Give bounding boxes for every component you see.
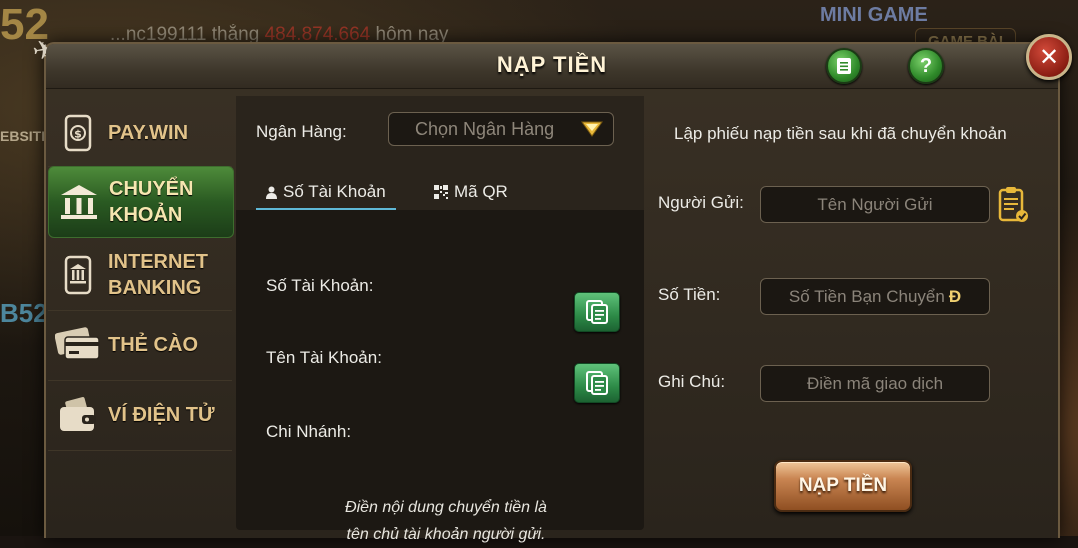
background-b52-label: B52 (0, 298, 48, 328)
close-button[interactable]: ✕ (1026, 34, 1072, 80)
payment-method-sidebar: $ PAY.WIN CHUYỂN KHOẢN INTERNET BANKING … (48, 100, 234, 520)
bank-info-panel: Ngân Hàng: Chọn Ngân Hàng Số Tài Khoản M… (236, 96, 644, 543)
background-website-label: EBSITE (0, 128, 51, 144)
person-icon (266, 186, 277, 199)
sidebar-item-paywin[interactable]: $ PAY.WIN (48, 100, 232, 167)
sidebar-item-label: VÍ ĐIỆN TỬ (108, 404, 215, 426)
dollar-phone-icon: $ (48, 100, 108, 166)
sidebar-item-label: INTERNET BANKING (108, 251, 208, 299)
amount-label: Số Tiền: (658, 285, 721, 304)
sidebar-item-label: PAY.WIN (108, 122, 189, 144)
qr-icon (434, 185, 448, 199)
sender-label: Người Gửi: (658, 193, 744, 212)
note-input[interactable]: Điền mã giao dịch (760, 365, 990, 402)
currency-symbol: Đ (948, 286, 962, 306)
note-label: Ghi Chú: (658, 372, 726, 391)
deposit-dialog: ✈ NẠP TIỀN ? ✕ $ PAY.WIN CHUYỂN KHOẢN IN… (30, 34, 1072, 543)
tab-label: Số Tài Khoản (283, 182, 386, 201)
dialog-titlebar: NẠP TIỀN ? (46, 44, 1058, 89)
branch-label: Chi Nhánh: (266, 422, 352, 441)
sidebar-item-the-cao[interactable]: THẺ CÀO (48, 310, 232, 381)
list-icon (837, 58, 851, 74)
bank-icon (49, 169, 109, 235)
sidebar-item-label: THẺ CÀO (108, 334, 198, 356)
sidebar-item-chuyen-khoan[interactable]: CHUYỂN KHOẢN (48, 166, 234, 238)
sidebar-item-vi-dien-tu[interactable]: VÍ ĐIỆN TỬ (48, 380, 232, 451)
transfer-note: Điền nội dung chuyển tiền là tên chủ tài… (345, 499, 547, 543)
sidebar-item-internet-banking[interactable]: INTERNET BANKING (48, 240, 232, 311)
note-placeholder: Điền mã giao dịch (806, 373, 944, 393)
copy-icon (586, 371, 608, 395)
account-number-label: Số Tài Khoản: (266, 276, 374, 295)
account-name-label: Tên Tài Khoản: (266, 348, 382, 367)
help-button[interactable]: ? (908, 48, 944, 84)
svg-text:$: $ (74, 128, 82, 141)
chevron-down-icon (581, 121, 603, 137)
bank-select-placeholder: Chọn Ngân Hàng (415, 118, 555, 139)
bank-label: Ngân Hàng: (256, 122, 347, 141)
deposit-form: Lập phiếu nạp tiền sau khi đã chuyển kho… (646, 96, 1046, 530)
tab-label: Mã QR (454, 182, 508, 201)
minigame-logo: MINI GAME (820, 4, 928, 26)
copy-account-number-button[interactable] (574, 292, 620, 332)
amount-placeholder: Số Tiền Bạn Chuyển (788, 286, 945, 306)
clipboard-check-icon[interactable] (998, 186, 1030, 224)
form-heading: Lập phiếu nạp tiền sau khi đã chuyển kho… (674, 124, 1007, 143)
help-icon: ? (919, 54, 933, 77)
dialog-title: NẠP TIỀN (496, 52, 608, 77)
sender-placeholder: Tên Người Gửi (817, 194, 933, 214)
sidebar-item-label: CHUYỂN KHOẢN (109, 178, 194, 226)
bank-select[interactable]: Chọn Ngân Hàng (388, 112, 614, 146)
tab-account-number[interactable]: Số Tài Khoản (256, 176, 396, 210)
close-icon: ✕ (1038, 43, 1060, 71)
copy-icon (586, 300, 608, 324)
submit-deposit-button[interactable]: NẠP TIỀN (774, 460, 912, 512)
sender-input[interactable]: Tên Người Gửi (760, 186, 990, 223)
history-button[interactable] (826, 48, 862, 84)
mobile-bank-icon (48, 242, 108, 308)
copy-account-name-button[interactable] (574, 363, 620, 403)
wallet-icon (48, 382, 108, 448)
card-icon (48, 312, 108, 378)
amount-input[interactable]: Số Tiền Bạn Chuyển Đ (760, 278, 990, 315)
tab-qr[interactable]: Mã QR (424, 176, 518, 208)
